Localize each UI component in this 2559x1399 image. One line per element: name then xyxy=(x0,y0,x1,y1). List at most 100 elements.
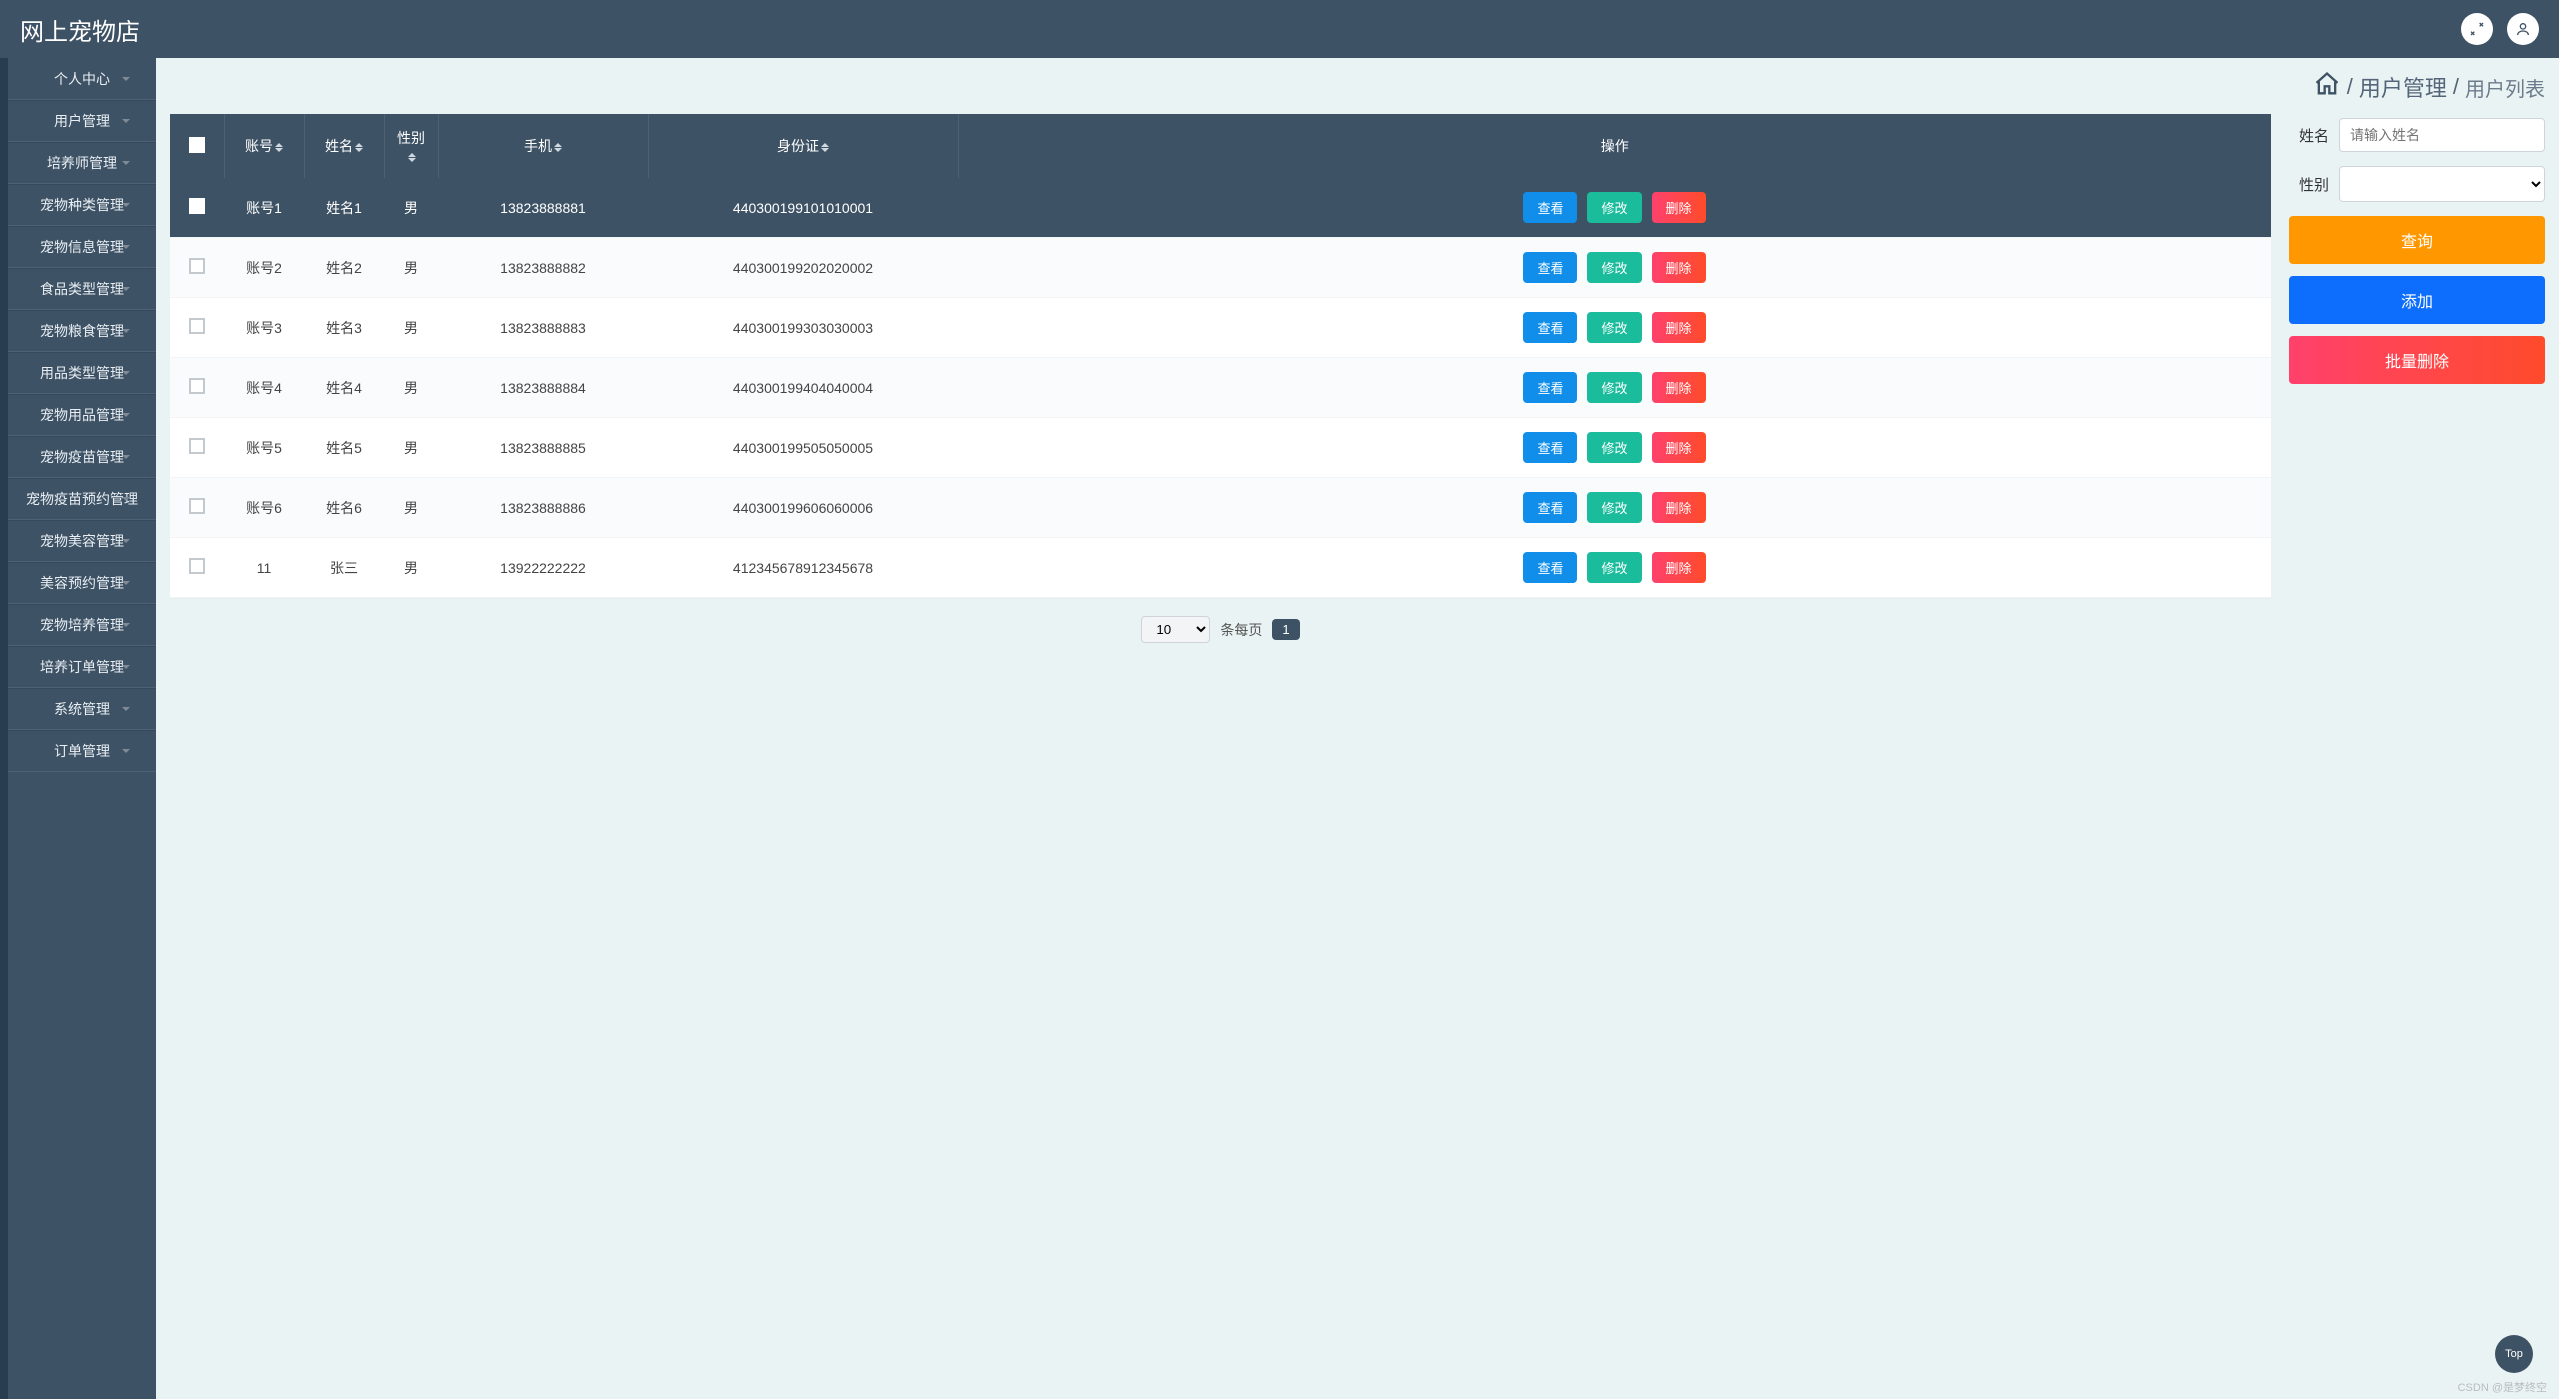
chevron-down-icon xyxy=(122,161,130,165)
row-checkbox[interactable] xyxy=(189,258,205,274)
table-row[interactable]: 账号5姓名5男13823888885440300199505050005查看修改… xyxy=(170,418,2271,478)
edit-button[interactable]: 修改 xyxy=(1587,312,1641,343)
sort-icon[interactable] xyxy=(355,143,363,152)
chevron-down-icon xyxy=(122,497,130,501)
row-checkbox[interactable] xyxy=(189,198,205,214)
cell-name: 姓名4 xyxy=(304,358,384,418)
cell-phone: 13823888883 xyxy=(438,298,648,358)
chevron-down-icon xyxy=(122,749,130,753)
edit-button[interactable]: 修改 xyxy=(1587,372,1641,403)
cell-phone: 13823888886 xyxy=(438,478,648,538)
row-checkbox[interactable] xyxy=(189,438,205,454)
sidebar-item[interactable]: 宠物用品管理 xyxy=(8,394,156,436)
sidebar-item[interactable]: 订单管理 xyxy=(8,730,156,772)
sidebar-item[interactable]: 宠物粮食管理 xyxy=(8,310,156,352)
row-checkbox[interactable] xyxy=(189,378,205,394)
sort-icon[interactable] xyxy=(554,143,562,152)
chevron-down-icon xyxy=(122,203,130,207)
sidebar-item[interactable]: 宠物信息管理 xyxy=(8,226,156,268)
view-button[interactable]: 查看 xyxy=(1523,372,1577,403)
edit-button[interactable]: 修改 xyxy=(1587,432,1641,463)
sidebar-item[interactable]: 美容预约管理 xyxy=(8,562,156,604)
table-row[interactable]: 账号6姓名6男13823888886440300199606060006查看修改… xyxy=(170,478,2271,538)
col-idcard[interactable]: 身份证 xyxy=(777,138,819,154)
cell-name: 姓名3 xyxy=(304,298,384,358)
edit-button[interactable]: 修改 xyxy=(1587,252,1641,283)
sidebar-item[interactable]: 宠物种类管理 xyxy=(8,184,156,226)
sidebar-item-label: 宠物种类管理 xyxy=(40,195,124,215)
table-row[interactable]: 账号3姓名3男13823888883440300199303030003查看修改… xyxy=(170,298,2271,358)
sidebar-item[interactable]: 培养师管理 xyxy=(8,142,156,184)
col-phone[interactable]: 手机 xyxy=(524,138,552,154)
view-button[interactable]: 查看 xyxy=(1523,552,1577,583)
col-name[interactable]: 姓名 xyxy=(325,138,353,154)
page-number[interactable]: 1 xyxy=(1272,619,1299,640)
add-button[interactable]: 添加 xyxy=(2289,276,2545,324)
cell-phone: 13823888882 xyxy=(438,238,648,298)
filter-gender-select[interactable] xyxy=(2339,166,2545,202)
cell-gender: 男 xyxy=(384,478,438,538)
view-button[interactable]: 查看 xyxy=(1523,252,1577,283)
col-account[interactable]: 账号 xyxy=(245,138,273,154)
sidebar-item[interactable]: 宠物美容管理 xyxy=(8,520,156,562)
sidebar-item-label: 美容预约管理 xyxy=(40,573,124,593)
delete-button[interactable]: 删除 xyxy=(1652,552,1706,583)
sidebar-item[interactable]: 食品类型管理 xyxy=(8,268,156,310)
breadcrumb-sep: / xyxy=(2453,74,2459,100)
sidebar-item[interactable]: 宠物培养管理 xyxy=(8,604,156,646)
sort-icon[interactable] xyxy=(275,143,283,152)
sidebar-item[interactable]: 用户管理 xyxy=(8,100,156,142)
chevron-down-icon xyxy=(122,581,130,585)
fullscreen-icon[interactable] xyxy=(2461,13,2493,45)
row-checkbox[interactable] xyxy=(189,498,205,514)
bulk-delete-button[interactable]: 批量删除 xyxy=(2289,336,2545,384)
filter-name-input[interactable] xyxy=(2339,118,2545,152)
delete-button[interactable]: 删除 xyxy=(1652,252,1706,283)
cell-account: 账号1 xyxy=(224,178,304,238)
breadcrumb-section[interactable]: 用户管理 xyxy=(2359,71,2447,103)
sidebar-item[interactable]: 系统管理 xyxy=(8,688,156,730)
table-row[interactable]: 账号2姓名2男13823888882440300199202020002查看修改… xyxy=(170,238,2271,298)
cell-name: 姓名6 xyxy=(304,478,384,538)
search-button[interactable]: 查询 xyxy=(2289,216,2545,264)
chevron-down-icon xyxy=(122,539,130,543)
scroll-top-button[interactable]: Top xyxy=(2495,1335,2533,1373)
delete-button[interactable]: 删除 xyxy=(1652,372,1706,403)
sort-icon[interactable] xyxy=(821,143,829,152)
view-button[interactable]: 查看 xyxy=(1523,432,1577,463)
edit-button[interactable]: 修改 xyxy=(1587,552,1641,583)
select-all-checkbox[interactable] xyxy=(189,137,205,153)
sidebar-item-label: 订单管理 xyxy=(54,741,110,761)
home-icon[interactable] xyxy=(2313,70,2341,104)
sidebar-item-label: 宠物信息管理 xyxy=(40,237,124,257)
page-size-select[interactable]: 10 xyxy=(1141,616,1210,643)
sort-icon[interactable] xyxy=(408,153,416,162)
delete-button[interactable]: 删除 xyxy=(1652,492,1706,523)
delete-button[interactable]: 删除 xyxy=(1652,192,1706,223)
edit-button[interactable]: 修改 xyxy=(1587,492,1641,523)
sidebar-item-label: 宠物美容管理 xyxy=(40,531,124,551)
sidebar-item[interactable]: 宠物疫苗预约管理 xyxy=(8,478,156,520)
user-icon[interactable] xyxy=(2507,13,2539,45)
view-button[interactable]: 查看 xyxy=(1523,312,1577,343)
row-actions: 查看修改删除 xyxy=(968,192,2261,223)
sidebar-item[interactable]: 宠物疫苗管理 xyxy=(8,436,156,478)
delete-button[interactable]: 删除 xyxy=(1652,432,1706,463)
delete-button[interactable]: 删除 xyxy=(1652,312,1706,343)
table-row[interactable]: 账号1姓名1男13823888881440300199101010001查看修改… xyxy=(170,178,2271,238)
sidebar-item[interactable]: 用品类型管理 xyxy=(8,352,156,394)
view-button[interactable]: 查看 xyxy=(1523,492,1577,523)
view-button[interactable]: 查看 xyxy=(1523,192,1577,223)
row-checkbox[interactable] xyxy=(189,318,205,334)
sidebar-item-label: 宠物用品管理 xyxy=(40,405,124,425)
edit-button[interactable]: 修改 xyxy=(1587,192,1641,223)
row-checkbox[interactable] xyxy=(189,558,205,574)
sidebar-item-label: 宠物培养管理 xyxy=(40,615,124,635)
breadcrumb-sep: / xyxy=(2347,74,2353,100)
table-row[interactable]: 账号4姓名4男13823888884440300199404040004查看修改… xyxy=(170,358,2271,418)
table-row[interactable]: 11张三男13922222222412345678912345678查看修改删除 xyxy=(170,538,2271,598)
cell-phone: 13823888881 xyxy=(438,178,648,238)
sidebar-item[interactable]: 个人中心 xyxy=(8,58,156,100)
sidebar-item[interactable]: 培养订单管理 xyxy=(8,646,156,688)
col-gender[interactable]: 性别 xyxy=(397,130,425,146)
